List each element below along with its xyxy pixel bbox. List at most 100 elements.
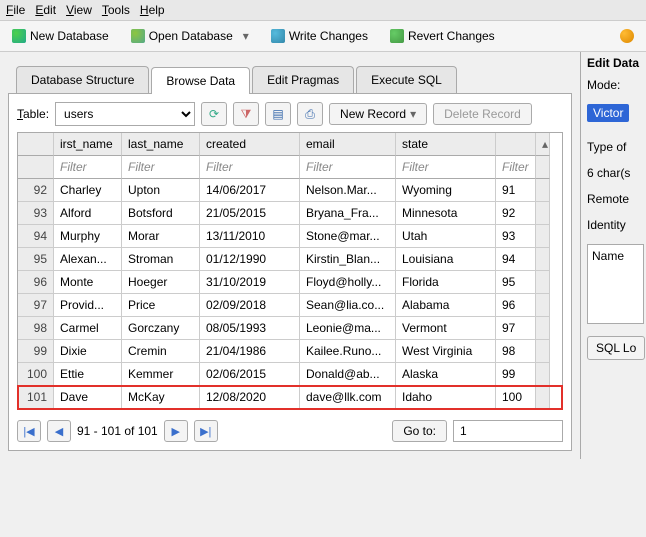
scrollbar[interactable] (536, 271, 550, 294)
col-state[interactable]: state (396, 133, 496, 156)
cell-created[interactable]: 01/12/1990 (200, 248, 300, 271)
cell-state[interactable]: West Virginia (396, 340, 496, 363)
cell-state[interactable]: Alabama (396, 294, 496, 317)
pager-last-button[interactable]: ▶| (194, 420, 218, 442)
clear-filter-button[interactable]: ⧩ (233, 102, 259, 126)
scroll-up-button[interactable]: ▴ (536, 133, 550, 156)
revert-changes-button[interactable]: Revert Changes (386, 27, 499, 45)
pager-next-button[interactable]: ▶ (164, 420, 188, 442)
menu-view[interactable]: View (66, 3, 92, 17)
pager-prev-button[interactable]: ◀ (47, 420, 71, 442)
scrollbar[interactable] (536, 294, 550, 317)
menu-file[interactable]: File (6, 3, 25, 17)
menu-help[interactable]: Help (140, 3, 165, 17)
cell-extra[interactable]: 93 (496, 225, 536, 248)
cell-last-name[interactable]: Cremin (122, 340, 200, 363)
col-last-name[interactable]: last_name (122, 133, 200, 156)
cell-created[interactable]: 21/04/1986 (200, 340, 300, 363)
cell-created[interactable]: 31/10/2019 (200, 271, 300, 294)
cell-email[interactable]: Kailee.Runo... (300, 340, 396, 363)
cell-state[interactable]: Idaho (396, 386, 496, 409)
cell-email[interactable]: dave@llk.com (300, 386, 396, 409)
cell-last-name[interactable]: Hoeger (122, 271, 200, 294)
scrollbar[interactable] (536, 317, 550, 340)
cell-extra[interactable]: 94 (496, 248, 536, 271)
scrollbar[interactable] (536, 386, 550, 409)
cell-last-name[interactable]: Botsford (122, 202, 200, 225)
scrollbar[interactable] (536, 248, 550, 271)
cell-state[interactable]: Florida (396, 271, 496, 294)
cell-first-name[interactable]: Alford (54, 202, 122, 225)
refresh-button[interactable]: ⟳ (201, 102, 227, 126)
open-database-button[interactable]: Open Database▾ (127, 27, 253, 45)
cell-first-name[interactable]: Ettie (54, 363, 122, 386)
cell-first-name[interactable]: Alexan... (54, 248, 122, 271)
print-button[interactable]: ⎙ (297, 102, 323, 126)
scrollbar[interactable] (536, 340, 550, 363)
table-select[interactable]: users (55, 102, 195, 126)
table-row[interactable]: 101DaveMcKay12/08/2020dave@llk.comIdaho1… (18, 386, 562, 409)
table-row[interactable]: 96MonteHoeger31/10/2019Floyd@holly...Flo… (18, 271, 562, 294)
cell-email[interactable]: Floyd@holly... (300, 271, 396, 294)
scrollbar[interactable] (536, 363, 550, 386)
cell-last-name[interactable]: Upton (122, 179, 200, 202)
cell-extra[interactable]: 95 (496, 271, 536, 294)
cell-created[interactable]: 02/06/2015 (200, 363, 300, 386)
col-first-name[interactable]: irst_name (54, 133, 122, 156)
cell-state[interactable]: Alaska (396, 363, 496, 386)
cell-state[interactable]: Louisiana (396, 248, 496, 271)
cell-email[interactable]: Sean@lia.co... (300, 294, 396, 317)
cell-email[interactable]: Stone@mar... (300, 225, 396, 248)
table-row[interactable]: 98CarmelGorczany08/05/1993Leonie@ma...Ve… (18, 317, 562, 340)
filter-email[interactable]: Filter (300, 156, 396, 179)
menu-edit[interactable]: Edit (35, 3, 56, 17)
cell-last-name[interactable]: Morar (122, 225, 200, 248)
new-record-button[interactable]: New Record▾ (329, 103, 427, 125)
col-created[interactable]: created (200, 133, 300, 156)
filter-extra[interactable]: Filter (496, 156, 536, 179)
cell-extra[interactable]: 99 (496, 363, 536, 386)
cell-extra[interactable]: 100 (496, 386, 536, 409)
scrollbar[interactable] (536, 225, 550, 248)
cell-first-name[interactable]: Murphy (54, 225, 122, 248)
table-row[interactable]: 97Provid...Price02/09/2018Sean@lia.co...… (18, 294, 562, 317)
cell-last-name[interactable]: Stroman (122, 248, 200, 271)
toolbar-extra-button[interactable] (616, 27, 638, 45)
cell-last-name[interactable]: McKay (122, 386, 200, 409)
table-row[interactable]: 94MurphyMorar13/11/2010Stone@mar...Utah9… (18, 225, 562, 248)
tab-edit-pragmas[interactable]: Edit Pragmas (252, 66, 354, 93)
selected-cell-value[interactable]: Victor (587, 104, 629, 122)
goto-input[interactable] (453, 420, 563, 442)
sql-log-button[interactable]: SQL Lo (587, 336, 645, 360)
cell-email[interactable]: Bryana_Fra... (300, 202, 396, 225)
cell-last-name[interactable]: Price (122, 294, 200, 317)
cell-last-name[interactable]: Gorczany (122, 317, 200, 340)
tab-execute-sql[interactable]: Execute SQL (356, 66, 457, 93)
menu-tools[interactable]: Tools (102, 3, 130, 17)
filter-first-name[interactable]: Filter (54, 156, 122, 179)
filter-created[interactable]: Filter (200, 156, 300, 179)
cell-first-name[interactable]: Monte (54, 271, 122, 294)
table-row[interactable]: 93AlfordBotsford21/05/2015Bryana_Fra...M… (18, 202, 562, 225)
cell-state[interactable]: Utah (396, 225, 496, 248)
write-changes-button[interactable]: Write Changes (267, 27, 372, 45)
goto-button[interactable]: Go to: (392, 420, 447, 442)
tab-browse-data[interactable]: Browse Data (151, 67, 250, 94)
new-database-button[interactable]: New Database (8, 27, 113, 45)
cell-email[interactable]: Leonie@ma... (300, 317, 396, 340)
scrollbar[interactable] (536, 202, 550, 225)
cell-extra[interactable]: 91 (496, 179, 536, 202)
cell-extra[interactable]: 97 (496, 317, 536, 340)
cell-extra[interactable]: 98 (496, 340, 536, 363)
cell-extra[interactable]: 92 (496, 202, 536, 225)
cell-created[interactable]: 14/06/2017 (200, 179, 300, 202)
cell-first-name[interactable]: Dixie (54, 340, 122, 363)
cell-first-name[interactable]: Carmel (54, 317, 122, 340)
cell-created[interactable]: 08/05/1993 (200, 317, 300, 340)
table-row[interactable]: 95Alexan...Stroman01/12/1990Kirstin_Blan… (18, 248, 562, 271)
cell-created[interactable]: 13/11/2010 (200, 225, 300, 248)
cell-email[interactable]: Kirstin_Blan... (300, 248, 396, 271)
save-button[interactable]: ▤ (265, 102, 291, 126)
table-row[interactable]: 99DixieCremin21/04/1986Kailee.Runo...Wes… (18, 340, 562, 363)
pager-first-button[interactable]: |◀ (17, 420, 41, 442)
